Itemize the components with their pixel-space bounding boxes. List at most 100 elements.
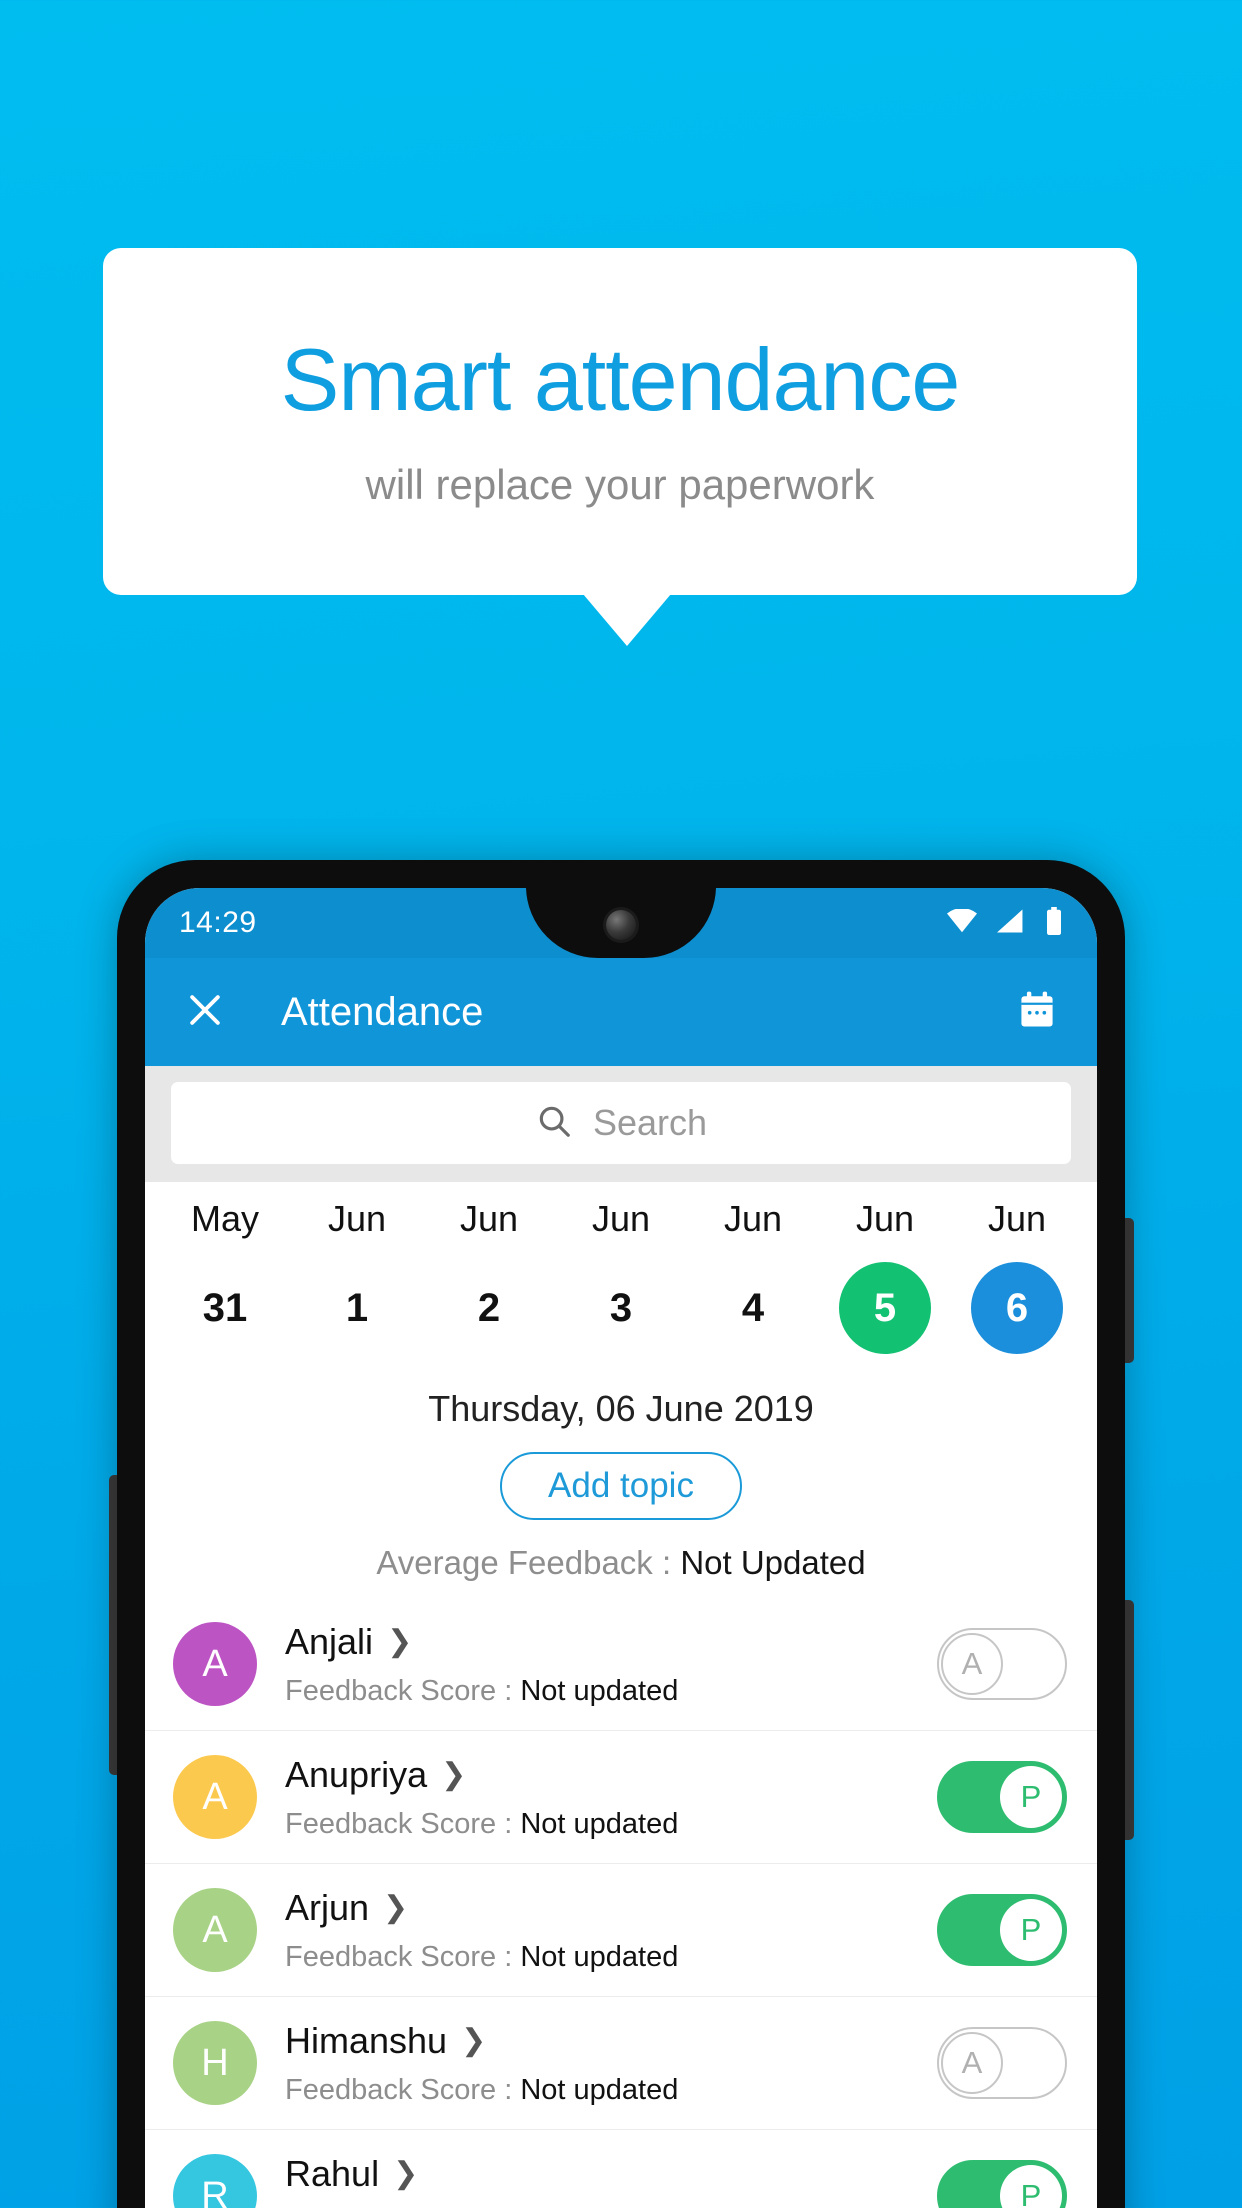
- selected-date-label: Thursday, 06 June 2019: [428, 1388, 814, 1429]
- date-day: 5: [839, 1262, 931, 1354]
- date-cell[interactable]: Jun 2: [423, 1198, 555, 1354]
- search-bar-container: Search: [145, 1066, 1097, 1182]
- avatar: A: [173, 1622, 257, 1706]
- close-icon[interactable]: [183, 988, 227, 1037]
- date-day: 31: [202, 1285, 248, 1330]
- search-input[interactable]: Search: [171, 1082, 1071, 1164]
- student-name: Arjun: [285, 1886, 370, 1928]
- app-bar: Attendance: [145, 958, 1097, 1066]
- feedback-score-value: Not updated: [520, 2073, 679, 2106]
- attendance-toggle-knob: P: [1000, 1899, 1062, 1961]
- attendance-toggle-knob: P: [1000, 2165, 1062, 2208]
- student-name: Rahul: [285, 2152, 380, 2194]
- avatar: H: [173, 2021, 257, 2105]
- student-name: Himanshu: [285, 2019, 448, 2061]
- date-month: Jun: [459, 1198, 519, 1239]
- average-feedback-value: Not Updated: [680, 1544, 866, 1581]
- feedback-score-value: Not updated: [520, 1674, 679, 1707]
- attendance-toggle[interactable]: A: [937, 2027, 1067, 2099]
- date-month: Jun: [591, 1198, 651, 1239]
- attendance-toggle-knob: P: [1000, 1766, 1062, 1828]
- chevron-right-icon: ❯: [441, 1757, 467, 1791]
- date-day: 6: [971, 1262, 1063, 1354]
- date-cell[interactable]: Jun 3: [555, 1198, 687, 1354]
- avatar: A: [173, 1755, 257, 1839]
- attendance-toggle[interactable]: A: [937, 1628, 1067, 1700]
- feedback-score-value: Not updated: [520, 1807, 679, 1840]
- promo-subtitle: will replace your paperwork: [365, 460, 875, 508]
- add-topic-container: Add topic: [145, 1452, 1097, 1520]
- attendance-toggle[interactable]: P: [937, 2160, 1067, 2208]
- signal-icon: [997, 909, 1025, 938]
- search-icon: [535, 1102, 573, 1145]
- chevron-right-icon: ❯: [461, 2023, 487, 2057]
- date-month: Jun: [723, 1198, 783, 1239]
- student-info: Himanshu ❯ Feedback Score : Not updated: [285, 2020, 937, 2107]
- avatar: R: [173, 2154, 257, 2208]
- date-cell[interactable]: May 31: [159, 1198, 291, 1354]
- feedback-score-label: Feedback Score :: [285, 2073, 521, 2106]
- date-month: May: [190, 1198, 259, 1239]
- avatar: A: [173, 1888, 257, 1972]
- chevron-right-icon: ❯: [387, 1624, 413, 1658]
- status-bar: 14:29: [145, 888, 1097, 958]
- phone-notch: [526, 888, 716, 958]
- search-placeholder: Search: [592, 1102, 708, 1143]
- feedback-score: Feedback Score : Not updated: [285, 1808, 937, 1841]
- date-cell[interactable]: Jun 4: [687, 1198, 819, 1354]
- date-cell-today[interactable]: Jun 5: [819, 1198, 951, 1354]
- promo-bubble-tail: [583, 594, 671, 646]
- front-camera: [606, 910, 636, 940]
- date-day: 4: [741, 1285, 765, 1330]
- attendance-toggle-knob: A: [941, 1633, 1003, 1695]
- student-info: Anjali ❯ Feedback Score : Not updated: [285, 1621, 937, 1708]
- student-name-row[interactable]: Anjali ❯: [285, 1621, 937, 1663]
- table-row[interactable]: A Arjun ❯ Feedback Score : Not updated P: [145, 1864, 1097, 1997]
- attendance-toggle-knob: A: [941, 2032, 1003, 2094]
- date-month: Jun: [987, 1198, 1047, 1239]
- chevron-right-icon: ❯: [393, 2156, 419, 2190]
- feedback-score: Feedback Score : Not updated: [285, 1941, 937, 1974]
- feedback-score-value: Not updated: [520, 1940, 679, 1973]
- average-feedback-label: Average Feedback :: [376, 1544, 681, 1581]
- table-row[interactable]: H Himanshu ❯ Feedback Score : Not update…: [145, 1997, 1097, 2130]
- student-name-row[interactable]: Anupriya ❯: [285, 1754, 937, 1796]
- date-day: 2: [477, 1285, 501, 1330]
- student-name: Anjali: [285, 1620, 374, 1662]
- attendance-toggle[interactable]: P: [937, 1894, 1067, 1966]
- student-info: Anupriya ❯ Feedback Score : Not updated: [285, 1754, 937, 1841]
- table-row[interactable]: R Rahul ❯ Feedback Score : Not updated P: [145, 2130, 1097, 2208]
- calendar-icon[interactable]: [1015, 988, 1059, 1037]
- table-row[interactable]: A Anupriya ❯ Feedback Score : Not update…: [145, 1731, 1097, 1864]
- phone-frame: 14:29 Attendance Search May 31 Jun 1 Jun…: [117, 860, 1125, 2208]
- feedback-score: Feedback Score : Not updated: [285, 2074, 937, 2107]
- student-info: Rahul ❯ Feedback Score : Not updated: [285, 2153, 937, 2208]
- date-day: 1: [345, 1285, 369, 1330]
- status-icons: [947, 906, 1063, 940]
- date-month: Jun: [327, 1198, 387, 1239]
- student-name-row[interactable]: Rahul ❯: [285, 2153, 937, 2195]
- promo-title: Smart attendance: [280, 330, 961, 430]
- student-name: Anupriya: [285, 1753, 428, 1795]
- feedback-score: Feedback Score : Not updated: [285, 1675, 937, 1708]
- promo-bubble: Smart attendance will replace your paper…: [103, 248, 1137, 595]
- page-title: Attendance: [281, 989, 484, 1034]
- date-strip: May 31 Jun 1 Jun 2 Jun 3 Jun 4 Jun 5 Jun…: [145, 1182, 1097, 1360]
- table-row[interactable]: A Anjali ❯ Feedback Score : Not updated …: [145, 1598, 1097, 1731]
- student-list: A Anjali ❯ Feedback Score : Not updated …: [145, 1598, 1097, 2208]
- attendance-toggle[interactable]: P: [937, 1761, 1067, 1833]
- average-feedback: Average Feedback : Not Updated: [145, 1544, 1097, 1582]
- date-cell-selected[interactable]: Jun 6: [951, 1198, 1083, 1354]
- feedback-score-label: Feedback Score :: [285, 1940, 521, 1973]
- feedback-score-label: Feedback Score :: [285, 1674, 521, 1707]
- date-day: 3: [609, 1285, 633, 1330]
- chevron-right-icon: ❯: [383, 1890, 409, 1924]
- student-info: Arjun ❯ Feedback Score : Not updated: [285, 1887, 937, 1974]
- add-topic-button[interactable]: Add topic: [500, 1452, 742, 1520]
- wifi-icon: [947, 907, 977, 938]
- status-time: 14:29: [179, 906, 257, 939]
- phone-screen: 14:29 Attendance Search May 31 Jun 1 Jun…: [145, 888, 1097, 2208]
- date-cell[interactable]: Jun 1: [291, 1198, 423, 1354]
- student-name-row[interactable]: Arjun ❯: [285, 1887, 937, 1929]
- student-name-row[interactable]: Himanshu ❯: [285, 2020, 937, 2062]
